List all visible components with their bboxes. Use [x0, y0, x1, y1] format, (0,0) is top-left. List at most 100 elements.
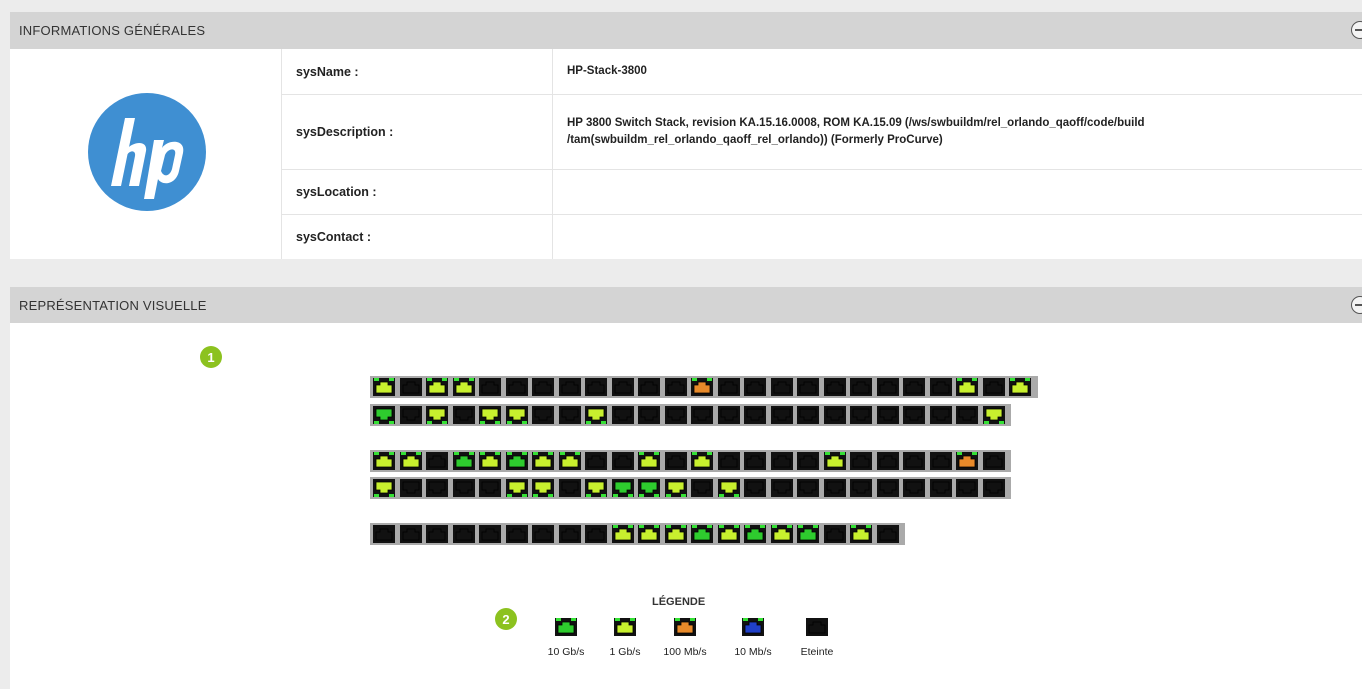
- port-off-icon[interactable]: [877, 525, 899, 543]
- port-off-icon[interactable]: [824, 378, 846, 396]
- port-off-icon[interactable]: [877, 378, 899, 396]
- port-off-icon[interactable]: [559, 525, 581, 543]
- port-off-icon[interactable]: [559, 378, 581, 396]
- port-1g-icon[interactable]: [532, 452, 554, 470]
- port-off-icon[interactable]: [850, 378, 872, 396]
- port-off-icon[interactable]: [479, 479, 501, 497]
- port-off-icon[interactable]: [426, 525, 448, 543]
- port-off-icon[interactable]: [771, 479, 793, 497]
- port-1g-icon[interactable]: [956, 378, 978, 396]
- port-off-icon[interactable]: [400, 479, 422, 497]
- port-off-icon[interactable]: [983, 378, 1005, 396]
- port-off-icon[interactable]: [903, 452, 925, 470]
- general-info-header[interactable]: INFORMATIONS GÉNÉRALES: [10, 12, 1362, 49]
- port-off-icon[interactable]: [691, 406, 713, 424]
- port-off-icon[interactable]: [744, 406, 766, 424]
- port-1g-icon[interactable]: [824, 452, 846, 470]
- port-off-icon[interactable]: [373, 525, 395, 543]
- collapse-icon[interactable]: [1351, 21, 1362, 39]
- port-1g-icon[interactable]: [665, 479, 687, 497]
- port-1g-icon[interactable]: [400, 452, 422, 470]
- port-10g-icon[interactable]: [612, 479, 634, 497]
- port-off-icon[interactable]: [903, 479, 925, 497]
- port-off-icon[interactable]: [665, 406, 687, 424]
- port-1g-icon[interactable]: [426, 378, 448, 396]
- port-off-icon[interactable]: [824, 479, 846, 497]
- port-off-icon[interactable]: [585, 378, 607, 396]
- port-1g-icon[interactable]: [1009, 378, 1031, 396]
- port-1g-icon[interactable]: [665, 525, 687, 543]
- port-1g-icon[interactable]: [479, 452, 501, 470]
- port-off-icon[interactable]: [744, 452, 766, 470]
- port-off-icon[interactable]: [665, 378, 687, 396]
- port-10g-icon[interactable]: [638, 479, 660, 497]
- port-1g-icon[interactable]: [983, 406, 1005, 424]
- port-off-icon[interactable]: [744, 479, 766, 497]
- port-off-icon[interactable]: [479, 525, 501, 543]
- port-1g-icon[interactable]: [373, 378, 395, 396]
- port-off-icon[interactable]: [612, 378, 634, 396]
- port-off-icon[interactable]: [956, 479, 978, 497]
- port-off-icon[interactable]: [850, 479, 872, 497]
- port-10g-icon[interactable]: [691, 525, 713, 543]
- port-off-icon[interactable]: [718, 452, 740, 470]
- port-off-icon[interactable]: [718, 406, 740, 424]
- port-1g-icon[interactable]: [585, 479, 607, 497]
- port-off-icon[interactable]: [930, 406, 952, 424]
- port-off-icon[interactable]: [983, 479, 1005, 497]
- port-off-icon[interactable]: [877, 452, 899, 470]
- port-off-icon[interactable]: [744, 378, 766, 396]
- port-off-icon[interactable]: [771, 452, 793, 470]
- port-1g-icon[interactable]: [718, 479, 740, 497]
- port-1g-icon[interactable]: [638, 525, 660, 543]
- port-10g-icon[interactable]: [373, 406, 395, 424]
- port-off-icon[interactable]: [506, 525, 528, 543]
- port-10g-icon[interactable]: [797, 525, 819, 543]
- port-off-icon[interactable]: [585, 452, 607, 470]
- port-off-icon[interactable]: [400, 378, 422, 396]
- port-off-icon[interactable]: [824, 525, 846, 543]
- port-off-icon[interactable]: [638, 378, 660, 396]
- port-off-icon[interactable]: [877, 479, 899, 497]
- port-1g-icon[interactable]: [373, 479, 395, 497]
- port-off-icon[interactable]: [585, 525, 607, 543]
- port-off-icon[interactable]: [903, 406, 925, 424]
- port-off-icon[interactable]: [506, 378, 528, 396]
- port-off-icon[interactable]: [559, 479, 581, 497]
- port-off-icon[interactable]: [612, 452, 634, 470]
- port-1g-icon[interactable]: [771, 525, 793, 543]
- port-off-icon[interactable]: [426, 452, 448, 470]
- port-1g-icon[interactable]: [691, 452, 713, 470]
- port-off-icon[interactable]: [877, 406, 899, 424]
- port-1g-icon[interactable]: [718, 525, 740, 543]
- port-off-icon[interactable]: [930, 378, 952, 396]
- port-off-icon[interactable]: [850, 452, 872, 470]
- port-1g-icon[interactable]: [373, 452, 395, 470]
- port-off-icon[interactable]: [930, 479, 952, 497]
- port-off-icon[interactable]: [771, 406, 793, 424]
- port-off-icon[interactable]: [453, 525, 475, 543]
- port-100m-icon[interactable]: [956, 452, 978, 470]
- port-off-icon[interactable]: [797, 406, 819, 424]
- port-off-icon[interactable]: [638, 406, 660, 424]
- port-off-icon[interactable]: [718, 378, 740, 396]
- port-1g-icon[interactable]: [506, 479, 528, 497]
- port-1g-icon[interactable]: [638, 452, 660, 470]
- port-off-icon[interactable]: [400, 406, 422, 424]
- port-off-icon[interactable]: [797, 479, 819, 497]
- port-off-icon[interactable]: [850, 406, 872, 424]
- port-off-icon[interactable]: [983, 452, 1005, 470]
- port-1g-icon[interactable]: [453, 378, 475, 396]
- port-off-icon[interactable]: [797, 452, 819, 470]
- port-10g-icon[interactable]: [453, 452, 475, 470]
- port-off-icon[interactable]: [400, 525, 422, 543]
- port-off-icon[interactable]: [453, 406, 475, 424]
- collapse-icon[interactable]: [1351, 296, 1362, 314]
- port-1g-icon[interactable]: [585, 406, 607, 424]
- port-1g-icon[interactable]: [850, 525, 872, 543]
- port-10g-icon[interactable]: [506, 452, 528, 470]
- port-off-icon[interactable]: [665, 452, 687, 470]
- port-off-icon[interactable]: [956, 406, 978, 424]
- port-1g-icon[interactable]: [479, 406, 501, 424]
- port-off-icon[interactable]: [824, 406, 846, 424]
